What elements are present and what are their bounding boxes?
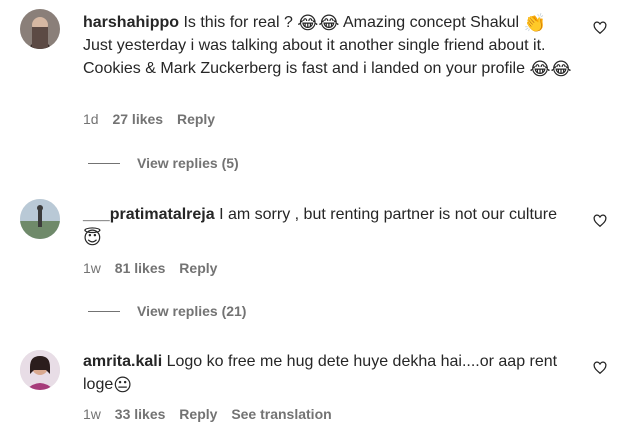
clapping-emoji: 👏 (523, 13, 546, 34)
view-replies-label: View replies (5) (137, 155, 239, 171)
username[interactable]: harshahippo (83, 14, 179, 31)
divider-line (88, 162, 120, 164)
reply-button[interactable]: Reply (177, 111, 215, 127)
comment-text: I am sorry , but renting partner is not … (219, 206, 558, 223)
neutral-face-emoji: 😐 (113, 375, 133, 396)
smiling-halo-emoji: 😇 (83, 228, 102, 249)
heart-outline-icon[interactable] (593, 214, 607, 228)
likes-count[interactable]: 81 likes (115, 260, 166, 276)
see-translation-button[interactable]: See translation (231, 406, 331, 422)
avatar[interactable] (20, 9, 60, 49)
likes-count[interactable]: 33 likes (115, 406, 166, 422)
heart-outline-icon[interactable] (593, 361, 607, 375)
comment-time[interactable]: 1d (83, 111, 99, 127)
divider-line (88, 310, 120, 312)
comment-text: Just yesterday i was talking about it an… (83, 37, 546, 77)
comment-text: Is this for real ? (183, 14, 298, 31)
view-replies-button[interactable]: View replies (21) (88, 301, 246, 321)
comment-time[interactable]: 1w (83, 260, 101, 276)
username[interactable]: amrita.kali (83, 353, 162, 370)
view-replies-button[interactable]: View replies (5) (88, 153, 239, 173)
avatar[interactable] (20, 199, 60, 239)
laughing-emoji: 😂😂 (297, 13, 340, 34)
view-replies-label: View replies (21) (137, 303, 247, 319)
likes-count[interactable]: 27 likes (112, 111, 163, 127)
heart-outline-icon[interactable] (593, 21, 607, 35)
username[interactable]: ___pratimatalreja (83, 206, 215, 223)
comment-text: Amazing concept Shakul (339, 14, 524, 31)
laughing-emoji: 😂😂 (529, 59, 572, 80)
avatar[interactable] (20, 350, 60, 390)
reply-button[interactable]: Reply (179, 406, 217, 422)
reply-button[interactable]: Reply (179, 260, 217, 276)
comment-time[interactable]: 1w (83, 406, 101, 422)
